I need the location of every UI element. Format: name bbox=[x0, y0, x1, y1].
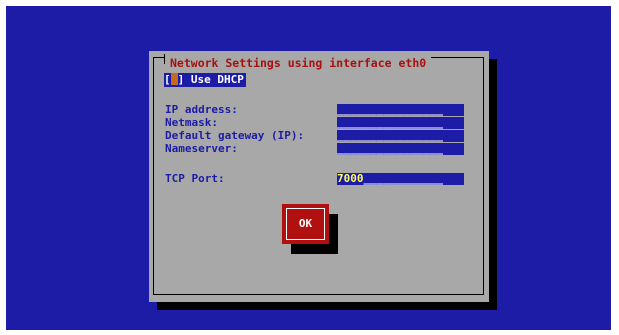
tcp-port-value: 7000 bbox=[337, 173, 364, 185]
checkbox-bracket-close: ] bbox=[177, 73, 185, 86]
nameserver-input[interactable]: ________________ bbox=[337, 143, 464, 155]
ip-address-input[interactable]: ________________ bbox=[337, 104, 464, 116]
network-settings-dialog: Network Settings using interface eth0 []… bbox=[149, 51, 489, 302]
dhcp-label: Use DHCP bbox=[190, 73, 244, 86]
netmask-fill: ________________ bbox=[337, 117, 443, 129]
nameserver-label: Nameserver: bbox=[165, 142, 238, 155]
cursor-icon bbox=[170, 73, 178, 85]
tcp-port-input[interactable]: 7000____________ bbox=[337, 173, 464, 185]
tcp-port-label: TCP Port: bbox=[165, 172, 225, 185]
tcp-port-fill: ____________ bbox=[363, 173, 443, 185]
netmask-input[interactable]: ________________ bbox=[337, 117, 464, 129]
ip-address-label: IP address: bbox=[165, 103, 238, 116]
gateway-label: Default gateway (IP): bbox=[165, 129, 305, 142]
dhcp-checkbox[interactable]: [] Use DHCP bbox=[164, 73, 246, 87]
gateway-input[interactable]: ________________ bbox=[337, 130, 464, 142]
ok-button[interactable]: OK bbox=[282, 204, 329, 244]
nameserver-fill: ________________ bbox=[337, 143, 443, 155]
ok-button-label: OK bbox=[286, 208, 325, 240]
netmask-label: Netmask: bbox=[165, 116, 218, 129]
ip-address-fill: ________________ bbox=[337, 104, 443, 116]
checkbox-bracket-open: [ bbox=[164, 73, 171, 86]
gateway-fill: ________________ bbox=[337, 130, 443, 142]
dialog-title: Network Settings using interface eth0 bbox=[165, 56, 432, 70]
